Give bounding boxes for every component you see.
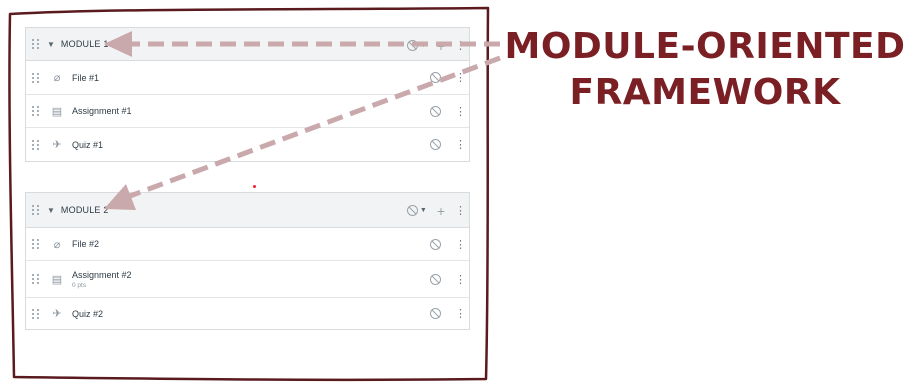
paperclip-icon: ⌀ [53, 238, 61, 251]
drag-handle-icon[interactable] [32, 139, 40, 151]
unpublished-icon[interactable] [430, 273, 441, 285]
publish-status-menu[interactable]: ▼ [406, 40, 427, 51]
drag-handle-icon[interactable] [32, 204, 40, 216]
paperclip-icon: ⌀ [53, 72, 61, 84]
add-item-button[interactable]: + [437, 38, 445, 54]
points-label: 0 pts [72, 281, 87, 289]
item-title[interactable]: File #1 [72, 73, 99, 83]
more-options-icon[interactable]: ⋮ [455, 105, 466, 118]
list-item[interactable]: ⌀ File #1 ⋮ [26, 61, 469, 95]
unpublished-icon[interactable] [430, 139, 441, 150]
drag-handle-icon[interactable] [32, 38, 40, 50]
callout-line-2: FRAMEWORK [569, 72, 841, 113]
more-options-icon[interactable]: ⋮ [455, 138, 466, 151]
list-item[interactable]: ✈ Quiz #2 ⋮ [26, 298, 469, 329]
chevron-down-icon: ▼ [419, 207, 427, 214]
assignment-icon: ▤ [51, 273, 63, 286]
unpublished-icon[interactable] [430, 308, 441, 319]
unpublished-icon[interactable] [430, 72, 441, 83]
collapse-caret-icon[interactable]: ▼ [47, 40, 55, 49]
assignment-icon: ▤ [51, 105, 63, 118]
module-2: ▼ MODULE 2 ▼ + ⋮ ⌀ File #2 ⋮ ▤ Assignmen… [25, 192, 470, 330]
more-options-icon[interactable]: ⋮ [455, 307, 466, 320]
chevron-down-icon: ▼ [419, 42, 427, 49]
drag-handle-icon[interactable] [32, 238, 40, 250]
module-title: MODULE 2 [60, 205, 109, 215]
cursor-dot [253, 185, 256, 188]
more-options-icon[interactable]: ⋮ [455, 238, 466, 251]
more-options-icon[interactable]: ⋮ [455, 39, 466, 52]
item-title[interactable]: Quiz #2 [72, 309, 103, 319]
item-title[interactable]: Quiz #1 [72, 140, 103, 150]
unpublished-icon[interactable] [430, 238, 441, 250]
quiz-rocket-icon: ✈ [52, 139, 62, 151]
drag-handle-icon[interactable] [32, 105, 40, 117]
unpublished-icon [406, 40, 418, 51]
quiz-rocket-icon: ✈ [52, 308, 62, 320]
module-header[interactable]: ▼ MODULE 1 ▼ + ⋮ [26, 28, 469, 61]
drag-handle-icon[interactable] [32, 308, 40, 320]
module-1: ▼ MODULE 1 ▼ + ⋮ ⌀ File #1 ⋮ ▤ Assignmen… [25, 27, 470, 162]
callout-heading: MODULE-ORIENTED FRAMEWORK [500, 24, 910, 116]
list-item[interactable]: ▤ Assignment #2 0 pts ⋮ [26, 261, 469, 298]
drag-handle-icon[interactable] [32, 273, 40, 285]
item-title[interactable]: Assignment #1 [72, 106, 132, 116]
more-options-icon[interactable]: ⋮ [455, 273, 466, 286]
module-title: MODULE 1 [60, 39, 109, 49]
list-item[interactable]: ✈ Quiz #1 ⋮ [26, 128, 469, 161]
list-item[interactable]: ▤ Assignment #1 ⋮ [26, 95, 469, 128]
drag-handle-icon[interactable] [32, 72, 40, 84]
module-header[interactable]: ▼ MODULE 2 ▼ + ⋮ [26, 193, 469, 228]
publish-status-menu[interactable]: ▼ [406, 205, 427, 216]
collapse-caret-icon[interactable]: ▼ [47, 206, 55, 215]
unpublished-icon[interactable] [430, 105, 441, 117]
callout-line-1: MODULE-ORIENTED [504, 26, 906, 67]
unpublished-icon [406, 205, 418, 216]
item-title[interactable]: Assignment #2 [72, 270, 132, 280]
add-item-button[interactable]: + [437, 203, 445, 219]
more-options-icon[interactable]: ⋮ [455, 71, 466, 84]
item-title[interactable]: File #2 [72, 239, 99, 249]
list-item[interactable]: ⌀ File #2 ⋮ [26, 228, 469, 261]
more-options-icon[interactable]: ⋮ [455, 204, 466, 217]
